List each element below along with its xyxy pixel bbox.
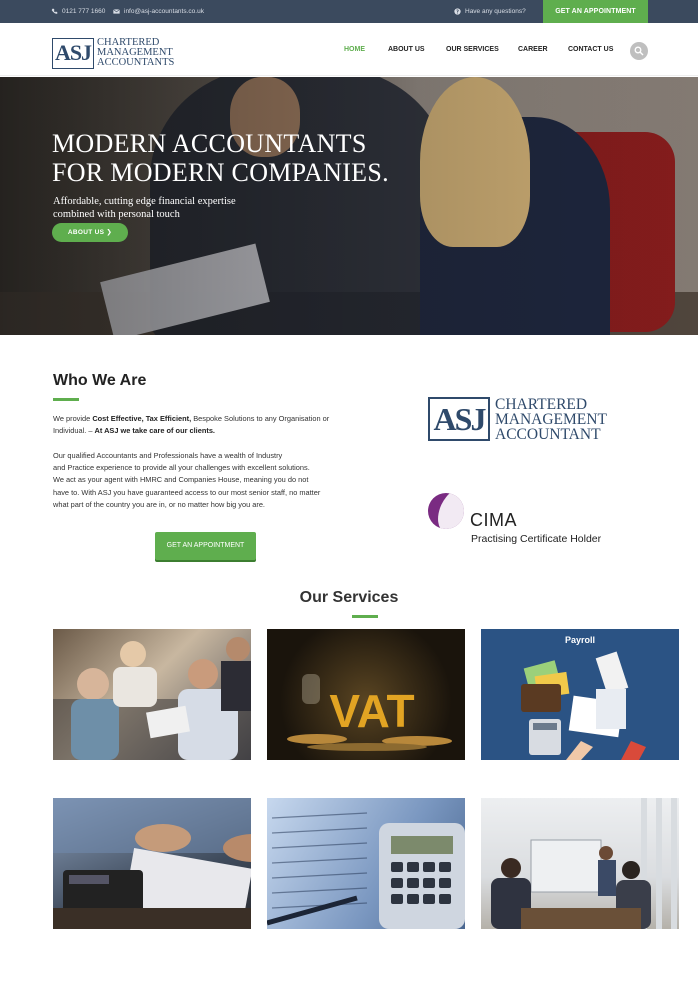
hero-title: MODERN ACCOUNTANTS FOR MODERN COMPANIES. xyxy=(52,129,389,187)
cima-name: CIMA xyxy=(470,510,517,530)
get-appointment-button[interactable]: GET AN APPOINTMENT xyxy=(155,532,256,560)
nav-our-services[interactable]: OUR SERVICES xyxy=(446,23,499,76)
cima-badge: CIMA Practising Certificate Holder xyxy=(428,493,638,553)
top-appointment-button[interactable]: GET AN APPOINTMENT xyxy=(543,0,648,23)
service-tile-team[interactable] xyxy=(53,629,251,760)
logo-text: CHARTERED MANAGEMENT ACCOUNTANTS xyxy=(97,37,175,68)
hero-about-us-button[interactable]: ABOUT US ❯ xyxy=(52,223,128,242)
service-tile-payroll[interactable]: Payroll xyxy=(481,629,679,760)
email-address: info@asj-accountants.co.uk xyxy=(124,8,204,15)
site-header: ASJ CHARTERED MANAGEMENT ACCOUNTANTS HOM… xyxy=(0,23,698,76)
nav-contact-us[interactable]: CONTACT US xyxy=(568,23,613,76)
accounts-image xyxy=(267,812,465,929)
question-circle-icon: ? xyxy=(454,8,461,15)
payroll-image xyxy=(521,651,646,760)
bookkeeping-image xyxy=(53,798,251,929)
svg-text:VAT: VAT xyxy=(329,685,414,737)
logo-mark: ASJ xyxy=(52,38,94,69)
consulting-image xyxy=(481,798,679,929)
who-detail-paragraph: Our qualified Accountants and Profession… xyxy=(53,451,321,509)
cima-logo-icon xyxy=(428,493,464,529)
who-intro-paragraph: We provide Cost Effective, Tax Efficient… xyxy=(53,414,330,436)
phone-contact[interactable]: 0121 777 1660 xyxy=(51,0,105,23)
team-meeting-image xyxy=(53,637,251,760)
service-tile-consulting[interactable] xyxy=(481,798,679,929)
heading-underline xyxy=(53,398,79,401)
site-logo[interactable]: ASJ CHARTERED MANAGEMENT ACCOUNTANTS xyxy=(52,37,187,70)
logo-mark: ASJ xyxy=(428,397,490,441)
top-bar: 0121 777 1660 info@asj-accountants.co.uk… xyxy=(0,0,698,23)
email-contact[interactable]: info@asj-accountants.co.uk xyxy=(113,0,204,23)
hero-banner: MODERN ACCOUNTANTS FOR MODERN COMPANIES.… xyxy=(0,77,698,335)
search-button[interactable] xyxy=(630,42,648,60)
search-icon xyxy=(634,46,644,56)
chartered-accountant-logo: ASJ CHARTERED MANAGEMENT ACCOUNTANT xyxy=(428,397,628,447)
our-services-heading: Our Services xyxy=(299,589,399,606)
who-we-are-heading: Who We Are xyxy=(53,372,147,389)
nav-home[interactable]: HOME xyxy=(344,23,365,76)
svg-text:?: ? xyxy=(456,9,459,15)
payroll-label: Payroll xyxy=(564,635,595,645)
envelope-icon xyxy=(113,8,120,15)
questions-link[interactable]: ? Have any questions? xyxy=(454,0,526,23)
heading-underline xyxy=(352,615,378,618)
phone-number: 0121 777 1660 xyxy=(62,8,106,15)
nav-career[interactable]: CAREER xyxy=(518,23,548,76)
phone-icon xyxy=(51,8,58,15)
cima-certificate-text: Practising Certificate Holder xyxy=(471,533,602,545)
service-tile-vat[interactable]: VAT xyxy=(267,629,465,760)
vat-image: VAT xyxy=(287,674,452,751)
hero-subtitle: Affordable, cutting edge financial exper… xyxy=(53,196,236,220)
service-tile-accounts[interactable] xyxy=(267,798,465,929)
questions-text: Have any questions? xyxy=(465,8,526,15)
service-tile-bookkeeping[interactable] xyxy=(53,798,251,929)
nav-about-us[interactable]: ABOUT US xyxy=(388,23,425,76)
logo-text: CHARTERED MANAGEMENT ACCOUNTANT xyxy=(495,396,607,443)
